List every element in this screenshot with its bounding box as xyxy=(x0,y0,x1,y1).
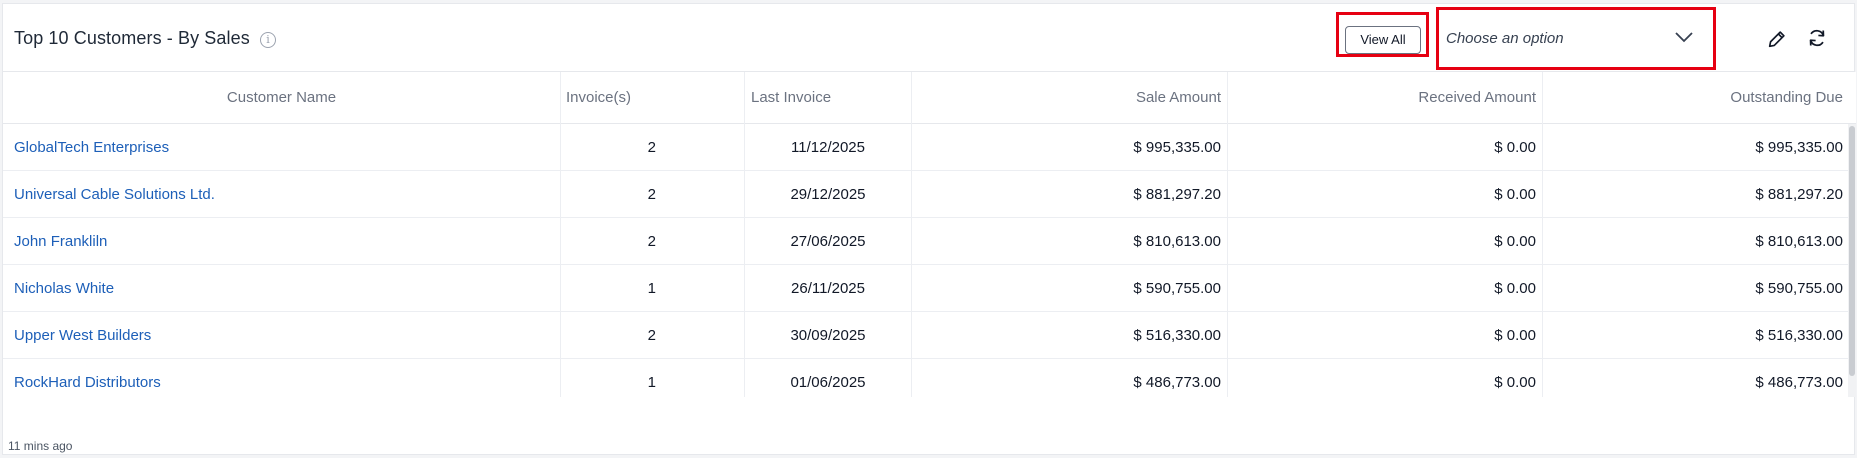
received-amount: $ 0.00 xyxy=(1228,265,1543,312)
received-amount: $ 0.00 xyxy=(1228,171,1543,218)
outstanding-due: $ 516,330.00 xyxy=(1755,327,1843,344)
option-select[interactable]: Choose an option xyxy=(1446,24,1706,56)
outstanding-due: $ 590,755.00 xyxy=(1755,280,1843,297)
sale-amount: $ 881,297.20 xyxy=(912,171,1228,218)
outstanding-due: $ 881,297.20 xyxy=(1755,186,1843,203)
last-invoice-date: 26/11/2025 xyxy=(745,265,912,312)
customer-name-link[interactable]: Universal Cable Solutions Ltd. xyxy=(3,171,561,218)
customer-name-link[interactable]: John Frankliln xyxy=(3,218,561,265)
customers-table: Customer Name Invoice(s) Last Invoice Sa… xyxy=(3,72,1856,397)
invoice-count: 2 xyxy=(561,171,745,218)
pencil-icon[interactable] xyxy=(1766,28,1788,50)
received-amount: $ 0.00 xyxy=(1228,359,1543,397)
column-header-received-amount[interactable]: Received Amount xyxy=(1228,72,1543,124)
last-invoice-date: 27/06/2025 xyxy=(745,218,912,265)
sale-amount: $ 810,613.00 xyxy=(912,218,1228,265)
customer-name-link[interactable]: Upper West Builders xyxy=(3,312,561,359)
column-header-outstanding-due[interactable]: Outstanding Due xyxy=(1543,72,1848,124)
sale-amount: $ 516,330.00 xyxy=(912,312,1228,359)
received-amount: $ 0.00 xyxy=(1228,124,1543,171)
column-header-customer-name[interactable]: Customer Name xyxy=(3,72,561,124)
invoice-count: 1 xyxy=(561,265,745,312)
invoice-count: 2 xyxy=(561,218,745,265)
table-header: Customer Name Invoice(s) Last Invoice Sa… xyxy=(3,72,1856,124)
last-invoice-date: 29/12/2025 xyxy=(745,171,912,218)
last-updated-text: 11 mins ago xyxy=(8,439,73,453)
invoice-count: 2 xyxy=(561,124,745,171)
table-row: Upper West Builders 2 30/09/2025 $ 516,3… xyxy=(3,312,1848,359)
last-invoice-date: 30/09/2025 xyxy=(745,312,912,359)
last-invoice-date: 01/06/2025 xyxy=(745,359,912,397)
table-row: GlobalTech Enterprises 2 11/12/2025 $ 99… xyxy=(3,124,1848,171)
last-invoice-date: 11/12/2025 xyxy=(745,124,912,171)
customer-name-link[interactable]: GlobalTech Enterprises xyxy=(3,124,561,171)
customer-name-link[interactable]: RockHard Distributors xyxy=(3,359,561,397)
table-row: Universal Cable Solutions Ltd. 2 29/12/2… xyxy=(3,171,1848,218)
sale-amount: $ 486,773.00 xyxy=(912,359,1228,397)
column-header-invoices[interactable]: Invoice(s) xyxy=(561,72,745,124)
table-row: RockHard Distributors 1 01/06/2025 $ 486… xyxy=(3,359,1848,397)
table-row: Nicholas White 1 26/11/2025 $ 590,755.00… xyxy=(3,265,1848,312)
received-amount: $ 0.00 xyxy=(1228,218,1543,265)
refresh-icon[interactable] xyxy=(1806,27,1828,49)
column-header-sale-amount[interactable]: Sale Amount xyxy=(912,72,1228,124)
table-scrollbar-thumb[interactable] xyxy=(1849,126,1855,376)
info-icon[interactable]: i xyxy=(260,32,276,48)
table-row: John Frankliln 2 27/06/2025 $ 810,613.00… xyxy=(3,218,1848,265)
chevron-down-icon xyxy=(1675,32,1693,43)
outstanding-due: $ 810,613.00 xyxy=(1755,233,1843,250)
sale-amount: $ 590,755.00 xyxy=(912,265,1228,312)
customer-name-link[interactable]: Nicholas White xyxy=(3,265,561,312)
column-header-last-invoice[interactable]: Last Invoice xyxy=(745,72,912,124)
sale-amount: $ 995,335.00 xyxy=(912,124,1228,171)
outstanding-due: $ 995,335.00 xyxy=(1755,139,1843,156)
widget-title: Top 10 Customers - By Sales xyxy=(14,28,250,48)
widget-header: Top 10 Customers - By Sales i View All C… xyxy=(3,4,1854,72)
received-amount: $ 0.00 xyxy=(1228,312,1543,359)
invoice-count: 2 xyxy=(561,312,745,359)
outstanding-due: $ 486,773.00 xyxy=(1755,374,1843,391)
invoice-count: 1 xyxy=(561,359,745,397)
view-all-button[interactable]: View All xyxy=(1345,26,1421,54)
select-placeholder: Choose an option xyxy=(1446,30,1564,47)
top-customers-widget: Top 10 Customers - By Sales i View All C… xyxy=(2,3,1856,455)
